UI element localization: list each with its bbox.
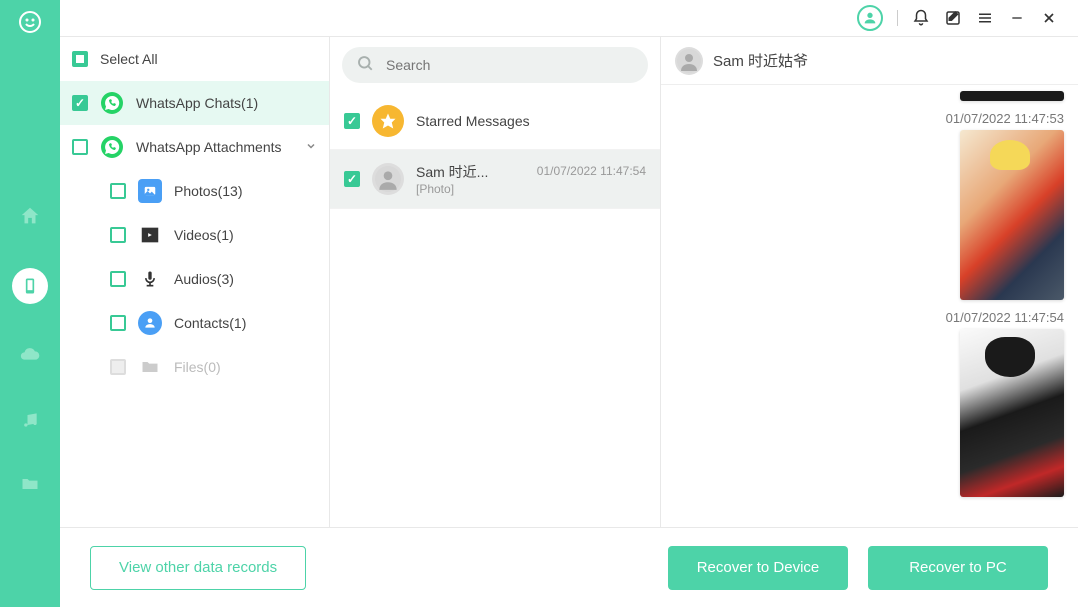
home-icon[interactable] bbox=[18, 204, 42, 228]
messages-panel: Sam 时近姑爷 01/07/2022 11:47:53 01/07/2022 … bbox=[661, 36, 1078, 527]
search-field[interactable] bbox=[342, 47, 648, 83]
chat-checkbox[interactable] bbox=[344, 171, 360, 187]
divider bbox=[897, 10, 898, 26]
select-all-checkbox[interactable] bbox=[72, 51, 88, 67]
files-row[interactable]: Files(0) bbox=[60, 345, 329, 389]
whatsapp-icon bbox=[100, 135, 124, 159]
recover-to-device-button[interactable]: Recover to Device bbox=[668, 546, 848, 590]
cloud-icon[interactable] bbox=[18, 344, 42, 368]
whatsapp-icon bbox=[100, 91, 124, 115]
chats-panel: Starred Messages Sam 时近... [Photo] 01/07… bbox=[330, 36, 661, 527]
message-image[interactable] bbox=[960, 130, 1064, 300]
conversation-name: Sam 时近姑爷 bbox=[713, 50, 808, 71]
videos-icon bbox=[138, 223, 162, 247]
contacts-row[interactable]: Contacts(1) bbox=[60, 301, 329, 345]
categories-panel: Select All WhatsApp Chats(1) WhatsApp At… bbox=[60, 36, 330, 527]
starred-label: Starred Messages bbox=[416, 113, 646, 129]
search-input[interactable] bbox=[386, 57, 634, 73]
whatsapp-chats-row[interactable]: WhatsApp Chats(1) bbox=[60, 81, 329, 125]
message-timestamp: 01/07/2022 11:47:53 bbox=[675, 111, 1064, 126]
view-records-button[interactable]: View other data records bbox=[90, 546, 306, 590]
message-image[interactable] bbox=[960, 91, 1064, 101]
select-all-label: Select All bbox=[100, 51, 158, 67]
audios-label: Audios(3) bbox=[174, 271, 234, 287]
contacts-checkbox[interactable] bbox=[110, 315, 126, 331]
contacts-label: Contacts(1) bbox=[174, 315, 246, 331]
user-avatar-icon[interactable] bbox=[857, 5, 883, 31]
avatar-icon bbox=[372, 163, 404, 195]
starred-messages-row[interactable]: Starred Messages bbox=[330, 93, 660, 150]
chat-preview: [Photo] bbox=[416, 182, 525, 196]
menu-icon[interactable] bbox=[976, 9, 994, 27]
photos-checkbox[interactable] bbox=[110, 183, 126, 199]
message-image[interactable] bbox=[960, 329, 1064, 497]
close-icon[interactable] bbox=[1040, 9, 1058, 27]
videos-row[interactable]: Videos(1) bbox=[60, 213, 329, 257]
files-icon bbox=[138, 355, 162, 379]
message-timestamp: 01/07/2022 11:47:54 bbox=[675, 310, 1064, 325]
videos-checkbox[interactable] bbox=[110, 227, 126, 243]
starred-checkbox[interactable] bbox=[344, 113, 360, 129]
messages-body[interactable]: 01/07/2022 11:47:53 01/07/2022 11:47:54 bbox=[661, 85, 1078, 527]
recover-to-pc-button[interactable]: Recover to PC bbox=[868, 546, 1048, 590]
select-all-row[interactable]: Select All bbox=[60, 37, 329, 81]
whatsapp-chats-label: WhatsApp Chats(1) bbox=[136, 95, 258, 111]
whatsapp-logo-icon bbox=[18, 10, 42, 34]
contacts-icon bbox=[138, 311, 162, 335]
titlebar bbox=[60, 0, 1078, 36]
attachments-checkbox[interactable] bbox=[72, 139, 88, 155]
photos-icon bbox=[138, 179, 162, 203]
chat-name: Sam 时近... bbox=[416, 162, 525, 182]
audios-icon bbox=[138, 267, 162, 291]
audios-checkbox[interactable] bbox=[110, 271, 126, 287]
whatsapp-attachments-row[interactable]: WhatsApp Attachments bbox=[60, 125, 329, 169]
minimize-icon[interactable] bbox=[1008, 9, 1026, 27]
whatsapp-chats-checkbox[interactable] bbox=[72, 95, 88, 111]
bell-icon[interactable] bbox=[912, 9, 930, 27]
files-checkbox bbox=[110, 359, 126, 375]
photos-label: Photos(13) bbox=[174, 183, 242, 199]
photos-row[interactable]: Photos(13) bbox=[60, 169, 329, 213]
app-sidebar bbox=[0, 0, 60, 607]
feedback-icon[interactable] bbox=[944, 9, 962, 27]
chevron-down-icon[interactable] bbox=[305, 139, 317, 155]
search-icon bbox=[356, 54, 374, 77]
bottom-bar: View other data records Recover to Devic… bbox=[60, 527, 1078, 607]
videos-label: Videos(1) bbox=[174, 227, 234, 243]
chat-time: 01/07/2022 11:47:54 bbox=[537, 164, 646, 178]
phone-icon[interactable] bbox=[12, 268, 48, 304]
chat-row-sam[interactable]: Sam 时近... [Photo] 01/07/2022 11:47:54 bbox=[330, 150, 660, 209]
attachments-label: WhatsApp Attachments bbox=[136, 139, 282, 155]
avatar-icon bbox=[675, 47, 703, 75]
files-label: Files(0) bbox=[174, 359, 221, 375]
messages-header: Sam 时近姑爷 bbox=[661, 37, 1078, 85]
music-icon[interactable] bbox=[18, 408, 42, 432]
folder-icon[interactable] bbox=[18, 472, 42, 496]
audios-row[interactable]: Audios(3) bbox=[60, 257, 329, 301]
star-icon bbox=[372, 105, 404, 137]
